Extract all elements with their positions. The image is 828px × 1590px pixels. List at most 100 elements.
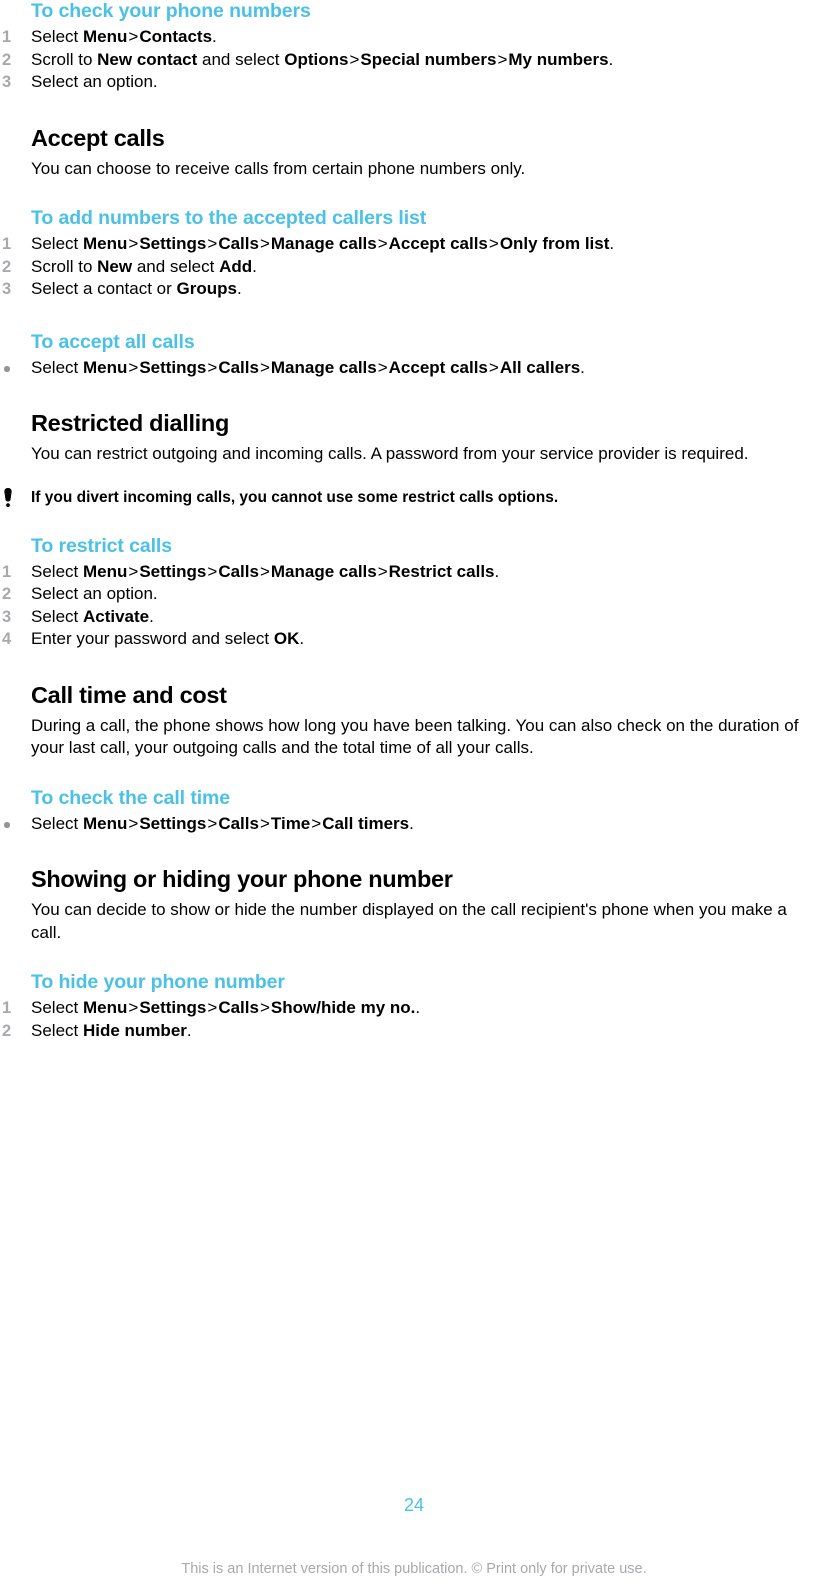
path-separator: >	[207, 998, 218, 1017]
step-text: Select an option.	[31, 72, 158, 91]
step-marker: 2	[2, 1021, 12, 1040]
path-separator: >	[128, 813, 139, 833]
path-separator: >	[128, 357, 139, 377]
menu-path-item: My numbers	[508, 49, 609, 69]
list-item: 2 Select Hide number.	[0, 1020, 819, 1043]
list-item: 1 Select Menu>Settings>Calls>Manage call…	[0, 233, 819, 256]
path-separator: >	[377, 234, 388, 253]
list-item: 3 Select an option.	[0, 71, 819, 94]
procedure-steps-accept-all-calls: Select Menu>Settings>Calls>Manage calls>…	[0, 357, 828, 380]
menu-path-item: Restrict calls	[388, 561, 495, 581]
procedure-heading-accept-all-calls: To accept all calls	[31, 330, 195, 353]
procedure-steps-restrict-calls: 1 Select Menu>Settings>Calls>Manage call…	[0, 561, 828, 651]
path-separator: >	[128, 27, 139, 46]
path-separator: >	[497, 49, 508, 69]
path-separator: >	[259, 357, 270, 377]
menu-path-item: Options	[284, 49, 349, 69]
path-separator: >	[488, 234, 499, 253]
path-separator: >	[128, 234, 139, 253]
section-body-restricted-dialling: You can restrict outgoing and incoming c…	[31, 444, 749, 463]
step-marker: 2	[2, 257, 12, 276]
step-marker: 3	[2, 73, 12, 91]
step-text: Select a contact or Groups.	[31, 279, 242, 298]
path-separator: >	[259, 998, 270, 1017]
menu-path-item: All callers	[499, 357, 581, 377]
path-separator: >	[128, 561, 139, 581]
path-separator: >	[207, 813, 218, 833]
list-item: 1 Select Menu>Settings>Calls>Manage call…	[0, 561, 819, 584]
section-heading-showing-hiding-phone-number: Showing or hiding your phone number	[31, 866, 453, 892]
section-body-showing-hiding-phone-number: You can decide to show or hide the numbe…	[31, 900, 787, 942]
path-separator: >	[207, 357, 218, 377]
menu-path-item: Settings	[139, 998, 207, 1017]
step-text: Select Menu>Contacts.	[31, 27, 217, 46]
list-item: 3 Select Activate.	[0, 606, 819, 629]
step-marker: 3	[2, 280, 12, 298]
menu-path-item: Add	[219, 256, 253, 276]
path-separator: >	[377, 357, 388, 377]
menu-path-item: Special numbers	[360, 49, 497, 69]
menu-path-item: Menu	[82, 357, 128, 377]
procedure-heading-restrict-calls: To restrict calls	[31, 534, 172, 557]
menu-path-item: Call timers	[322, 813, 410, 833]
step-marker: 1	[2, 28, 12, 46]
path-separator: >	[349, 49, 360, 69]
menu-path-item: New	[97, 256, 133, 276]
bullet-icon	[4, 366, 10, 372]
step-marker: 2	[2, 585, 12, 603]
menu-path-item: Calls	[218, 561, 259, 581]
menu-path-item: Manage calls	[270, 561, 377, 581]
menu-path-item: Menu	[82, 813, 128, 833]
menu-path-item: Hide number	[82, 1020, 187, 1040]
menu-path-item: Only from list	[499, 234, 610, 253]
note-text: If you divert incoming calls, you cannot…	[31, 488, 559, 506]
page-content: To check your phone numbers 1 Select Men…	[0, 0, 828, 1042]
procedure-steps-add-numbers: 1 Select Menu>Settings>Calls>Manage call…	[0, 233, 828, 301]
list-item: 1 Select Menu>Settings>Calls>Show/hide m…	[0, 997, 819, 1020]
menu-path-item: Accept calls	[388, 357, 488, 377]
step-marker: 1	[2, 562, 12, 581]
path-separator: >	[311, 813, 322, 833]
step-text: Scroll to New contact and select Options…	[31, 49, 614, 69]
step-marker: 2	[2, 50, 12, 69]
step-text: Select an option.	[31, 584, 158, 603]
section-heading-restricted-dialling: Restricted dialling	[31, 410, 230, 436]
menu-path-item: Groups	[176, 279, 237, 298]
step-text: Select Menu>Settings>Calls>Manage calls>…	[31, 561, 500, 581]
menu-path-item: Menu	[82, 561, 128, 581]
menu-path-item: Contacts	[139, 27, 213, 46]
step-marker: 1	[2, 235, 12, 253]
menu-path-item: Settings	[139, 813, 207, 833]
path-separator: >	[377, 561, 388, 581]
procedure-heading-add-numbers: To add numbers to the accepted callers l…	[31, 207, 427, 229]
menu-path-item: Settings	[139, 561, 207, 581]
section-heading-call-time-and-cost: Call time and cost	[31, 681, 227, 708]
menu-path-item: OK	[273, 629, 300, 648]
menu-path-item: Manage calls	[270, 234, 377, 253]
menu-path-item: Accept calls	[388, 234, 488, 253]
menu-path-item: Menu	[82, 27, 128, 46]
step-marker: 3	[2, 607, 12, 626]
procedure-steps-check-call-time: Select Menu>Settings>Calls>Time>Call tim…	[0, 813, 828, 836]
step-text: Select Menu>Settings>Calls>Manage calls>…	[31, 357, 585, 377]
page-number: 24	[403, 1495, 425, 1515]
path-separator: >	[207, 561, 218, 581]
list-item: 1 Select Menu>Contacts.	[0, 26, 819, 49]
step-marker: 1	[2, 999, 12, 1017]
procedure-heading-check-phone-numbers: To check your phone numbers	[31, 0, 311, 22]
menu-path-item: Calls	[218, 998, 259, 1017]
procedure-steps-hide-phone-number: 1 Select Menu>Settings>Calls>Show/hide m…	[0, 997, 828, 1042]
menu-path-item: Activate	[82, 606, 150, 626]
menu-path-item: Settings	[139, 234, 207, 253]
list-item: 3 Select a contact or Groups.	[0, 278, 819, 301]
list-item: Select Menu>Settings>Calls>Time>Call tim…	[0, 813, 819, 836]
menu-path-item: Calls	[218, 357, 259, 377]
list-item: 2 Scroll to New and select Add.	[0, 256, 819, 279]
section-body-call-time-and-cost: During a call, the phone shows how long …	[31, 715, 799, 758]
procedure-heading-hide-phone-number: To hide your phone number	[31, 971, 285, 993]
exclamation-icon	[2, 487, 16, 507]
step-text: Select Hide number.	[31, 1020, 192, 1040]
path-separator: >	[259, 561, 270, 581]
note-block: If you divert incoming calls, you cannot…	[0, 487, 819, 508]
menu-path-item: Show/hide my no.	[270, 998, 416, 1017]
